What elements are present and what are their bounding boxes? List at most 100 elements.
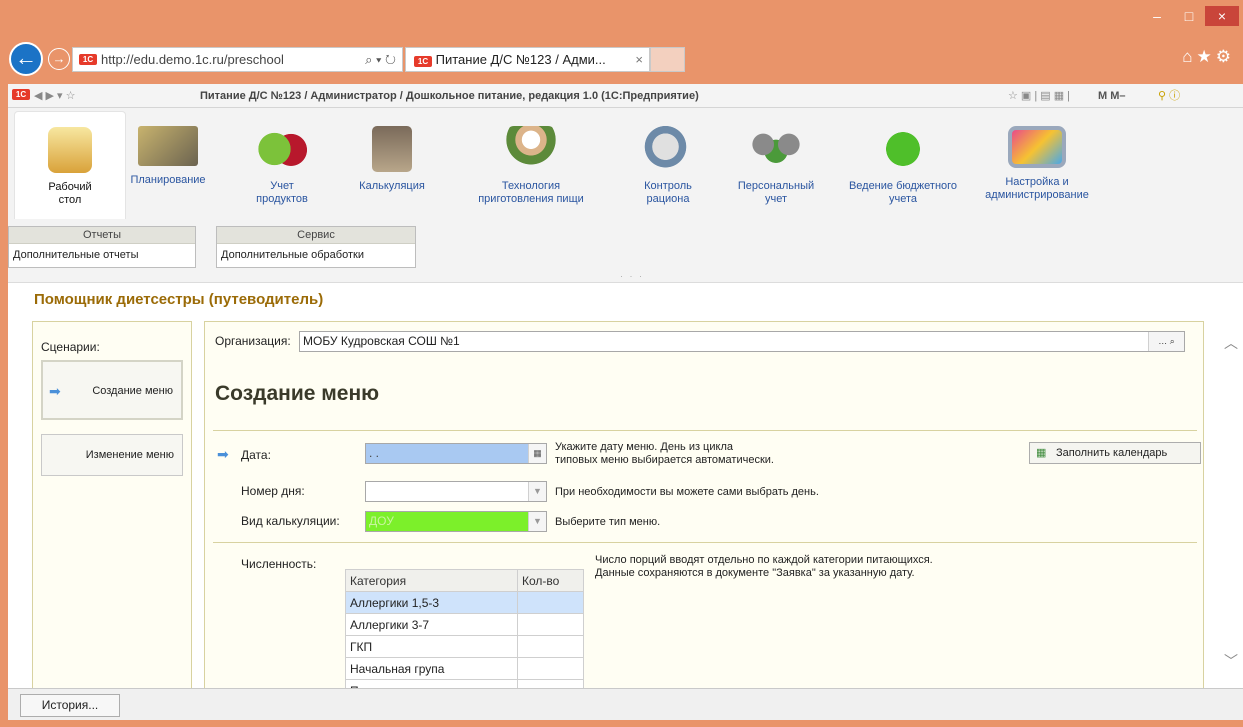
splitter-handle[interactable]: · · · — [620, 271, 644, 281]
calculation-type-field[interactable]: ДОУ ▼ — [365, 511, 547, 532]
section-calculation[interactable]: Калькуляция — [348, 126, 436, 193]
button-label: Заполнить календарь — [1056, 447, 1168, 459]
hint-line: Данные сохраняются в документе "Заявка" … — [595, 567, 915, 579]
chevron-down-icon[interactable]: ﹀ — [1224, 651, 1238, 671]
search-refresh-icon[interactable]: ⌕ ▾ ↻ — [365, 48, 396, 71]
scenarios-label: Сценарии: — [41, 340, 100, 354]
table-row[interactable]: Аллергики 1,5-3 — [345, 591, 584, 614]
section-label: Калькуляция — [359, 180, 425, 192]
sections-panel: Рабочий стол Планирование Учет продуктов… — [8, 108, 1243, 283]
calc-value: ДОУ — [369, 514, 394, 528]
column-header[interactable]: Кол-во — [517, 569, 584, 592]
scenario-create-menu[interactable]: ➡ Создание меню — [41, 360, 183, 420]
organization-field[interactable]: МОБУ Кудровская СОШ №1 … ⌕ — [299, 331, 1185, 352]
browser-tab[interactable]: 1C Питание Д/С №123 / Адми... × — [405, 47, 650, 72]
arrow-right-icon: ➡ — [49, 383, 61, 399]
calc-hint: Выберите тип меню. — [555, 516, 661, 528]
maximize-button[interactable]: □ — [1175, 6, 1203, 26]
headcount-label: Численность: — [241, 557, 317, 571]
wizard-panel: Организация: МОБУ Кудровская СОШ №1 … ⌕ … — [204, 321, 1204, 702]
section-products[interactable]: Учет продуктов — [238, 126, 326, 206]
hint-line: Укажите дату меню. День из цикла — [555, 441, 733, 453]
scenario-edit-menu[interactable]: Изменение меню — [41, 434, 183, 476]
browser-window: – □ × ← → 1C http://edu.demo.1c.ru/presc… — [0, 0, 1243, 727]
app-toolbar: 1C ◀ ▶ ▾ ☆ Питание Д/С №123 / Администра… — [8, 84, 1243, 108]
section-diet-control[interactable]: Контроль рациона — [628, 126, 708, 206]
nav-arrows-icon[interactable]: ◀ ▶ ▾ ☆ — [34, 84, 75, 108]
home-star-gear-icons[interactable]: ⌂★⚙ — [1182, 47, 1235, 67]
table-row[interactable]: Аллергики 3-7 — [345, 613, 584, 636]
toolbar-tools-icon[interactable]: ☆ ▣ | ▤ ▦ | — [1008, 84, 1070, 108]
section-label: Персональный учет — [737, 180, 815, 205]
arrow-right-icon: ➡ — [217, 446, 229, 462]
close-window-button[interactable]: × — [1205, 6, 1239, 26]
minimize-button[interactable]: – — [1143, 6, 1171, 26]
scenario-label: Изменение меню — [85, 449, 174, 461]
new-tab-button[interactable] — [650, 47, 685, 72]
additional-reports-link[interactable]: Дополнительные отчеты — [9, 244, 195, 268]
fill-calendar-button[interactable]: ▦ Заполнить календарь — [1029, 442, 1201, 464]
form-heading: Создание меню — [215, 382, 380, 405]
table-cell[interactable]: Аллергики 1,5-3 — [345, 591, 518, 614]
back-arrow-icon[interactable]: ← — [9, 42, 43, 76]
url-text: http://edu.demo.1c.ru/preschool — [101, 52, 284, 67]
vertical-scrollbar[interactable]: ︿ ﹀ — [1219, 321, 1243, 691]
table-row[interactable]: Начальная група — [345, 657, 584, 680]
service-group: Сервис Дополнительные обработки — [216, 226, 416, 268]
monitor-settings-icon — [1008, 126, 1066, 168]
table-cell[interactable] — [517, 635, 584, 658]
1c-logo-icon: 1C — [12, 89, 30, 100]
table-cell[interactable]: Аллергики 3-7 — [345, 613, 518, 636]
1c-logo-icon: 1C — [79, 54, 97, 65]
section-desktop[interactable]: Рабочий стол — [14, 111, 126, 219]
calculation-type-label: Вид калькуляции: — [241, 514, 340, 528]
table-cell[interactable]: Начальная група — [345, 657, 518, 680]
additional-processing-link[interactable]: Дополнительные обработки — [217, 244, 415, 268]
day-number-field[interactable]: ▼ — [365, 481, 547, 502]
divider — [213, 542, 1197, 543]
category-table: Категория Кол-во Аллергики 1,5-3 Аллерги… — [345, 569, 584, 702]
table-cell[interactable] — [517, 591, 584, 614]
organization-label: Организация: — [215, 334, 291, 348]
chevron-down-icon[interactable]: ▼ — [528, 512, 546, 531]
section-budget-accounting[interactable]: Ведение бюджетного учета — [844, 126, 962, 206]
date-field[interactable]: . . ▦ — [365, 443, 547, 464]
headcount-hint: Число порций вводят отдельно по каждой к… — [595, 554, 933, 580]
tab-title: Питание Д/С №123 / Адми... — [435, 52, 606, 67]
people-icon — [744, 126, 808, 172]
chevron-up-icon[interactable]: ︿ — [1224, 333, 1238, 353]
tab-close-icon[interactable]: × — [635, 48, 643, 71]
address-bar[interactable]: 1C http://edu.demo.1c.ru/preschool ⌕ ▾ ↻ — [72, 47, 403, 72]
app-area: Рабочий стол Планирование Учет продуктов… — [8, 108, 1243, 702]
calculator-basket-icon — [372, 126, 412, 172]
section-planning[interactable]: Планирование — [120, 126, 216, 187]
section-label: Ведение бюджетного учета — [848, 180, 958, 205]
section-settings-administration[interactable]: Настройка и администрирование — [972, 126, 1102, 202]
table-row[interactable]: ГКП — [345, 635, 584, 658]
info-icon[interactable]: ⚲ ⓘ — [1158, 84, 1180, 108]
date-hint: Укажите дату меню. День из цикла типовых… — [555, 441, 774, 467]
section-cooking-technology[interactable]: Технология приготовления пищи — [468, 126, 594, 206]
drafting-tools-icon — [138, 126, 198, 166]
1c-logo-icon: 1C — [414, 56, 432, 67]
scenarios-panel: Сценарии: ➡ Создание меню Изменение меню — [32, 321, 192, 691]
memory-buttons[interactable]: M M– — [1098, 84, 1126, 108]
history-button[interactable]: История... — [20, 694, 120, 717]
calendar-icon[interactable]: ▦ — [528, 444, 546, 463]
section-label: Контроль рациона — [644, 180, 692, 205]
select-search-icon[interactable]: … ⌕ — [1148, 332, 1184, 351]
table-cell[interactable] — [517, 613, 584, 636]
section-personal-records[interactable]: Персональный учет — [726, 126, 826, 206]
date-label: Дата: — [241, 448, 271, 462]
chevron-down-icon[interactable]: ▼ — [528, 482, 546, 501]
table-cell[interactable]: ГКП — [345, 635, 518, 658]
table-cell[interactable] — [517, 657, 584, 680]
scenario-label: Создание меню — [92, 385, 173, 397]
section-label: Настройка и администрирование — [985, 176, 1089, 201]
section-label: Технология приготовления пищи — [478, 180, 584, 205]
section-label: Планирование — [130, 174, 206, 186]
date-value: . . — [369, 446, 380, 460]
column-header[interactable]: Категория — [345, 569, 518, 592]
forward-arrow-icon[interactable]: → — [48, 48, 70, 70]
day-hint: При необходимости вы можете сами выбрать… — [555, 486, 819, 498]
